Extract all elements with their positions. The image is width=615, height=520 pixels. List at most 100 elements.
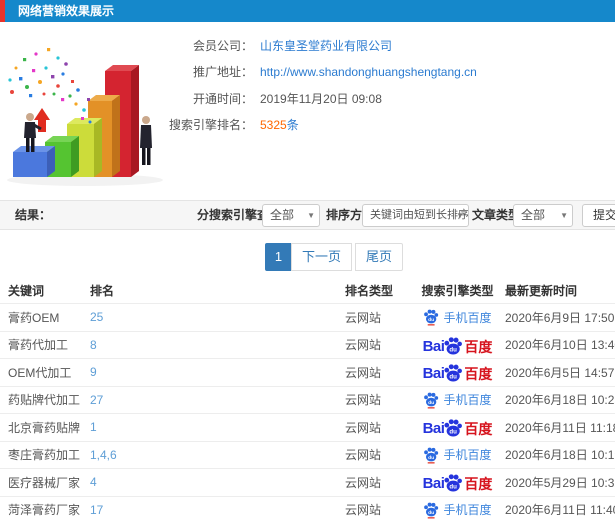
keyword-cell: 枣庄膏药加工 — [8, 448, 81, 463]
engine-filter-select[interactable]: 全部 ▼ — [262, 204, 320, 227]
rank-cell: 4 — [90, 475, 345, 489]
header-accent-strip — [0, 0, 5, 22]
chevron-down-icon: ▼ — [560, 211, 568, 220]
info-section: 会员公司： 山东皇圣堂药业有限公司 推广地址： http://www.shand… — [0, 30, 615, 195]
baidu-logo: Bai du 百度 — [423, 418, 493, 438]
baidu-logo-brand: 百度 — [464, 366, 493, 383]
results-table: 关键词 排名 排名类型 搜索引擎类型 最新更新时间 膏药OEM 25 云网站 d… — [0, 278, 615, 520]
rank-type-cell: 云网站 — [345, 393, 382, 408]
baidu-paw-icon: du — [424, 392, 439, 409]
baidu-logo-bai: Bai — [422, 365, 445, 383]
chevron-down-icon: ▼ — [456, 211, 464, 220]
baidu-logo: Bai du 百度 — [422, 363, 493, 383]
baidu-logo-brand: 百度 — [464, 338, 493, 355]
svg-text:du: du — [450, 346, 458, 353]
keyword-cell: 膏药代加工 — [8, 338, 69, 353]
open-time-value: 2019年11月20日 09:08 — [260, 91, 382, 106]
open-time-label: 开通时间： — [192, 91, 253, 106]
header-keyword: 关键词 — [8, 284, 45, 298]
keyword-cell: 药贴牌代加工 — [8, 393, 81, 408]
keyword-cell: 医疗器械厂家 — [8, 475, 81, 490]
rank-cell: 8 — [90, 338, 345, 352]
mobile-baidu-label: 手机百度 — [443, 503, 492, 518]
baidu-paw-icon: du — [424, 309, 439, 326]
keyword-cell: 菏泽膏药厂家 — [8, 503, 81, 518]
baidu-logo-brand: 百度 — [464, 421, 493, 438]
rank-link[interactable]: 1 — [90, 420, 97, 434]
rank-cell: 27 — [90, 393, 345, 407]
svg-text:du: du — [450, 429, 458, 436]
table-row: OEM代加工 9 云网站 Bai du 百度 2020年6月5日 14:57 — [0, 358, 615, 386]
field-promo-url: 推广地址： http://www.shandonghuangshengtang.… — [150, 59, 477, 86]
filter-bar: 结果： 分搜索引擎查看 全部 ▼ 排序方式 关键词由短到长排序 ▼ 文章类型 全部 ▼… — [0, 200, 615, 230]
svg-text:du: du — [429, 317, 435, 323]
up-arrow — [34, 108, 50, 132]
updated-cell: 2020年6月9日 17:50 — [505, 310, 615, 325]
baidu-paw-icon: du — [424, 502, 439, 519]
updated-cell: 2020年6月10日 13:40 — [505, 338, 615, 353]
mobile-baidu-label: 手机百度 — [443, 310, 492, 325]
sort-filter-select[interactable]: 关键词由短到长排序 ▼ — [362, 204, 469, 227]
baidu-paw-icon: du — [444, 419, 463, 437]
article-type-select[interactable]: 全部 ▼ — [513, 204, 573, 227]
rank-link[interactable]: 4 — [90, 475, 97, 489]
next-page-button[interactable]: 下一页 — [291, 243, 353, 271]
chevron-down-icon: ▼ — [307, 211, 315, 220]
rank-cell: 9 — [90, 365, 345, 379]
submit-button[interactable]: 提交 — [582, 204, 615, 227]
rank-link[interactable]: 27 — [90, 393, 103, 407]
pagination: 1 下一页 尾页 — [265, 243, 404, 271]
svg-text:du: du — [450, 484, 458, 491]
member-company-link[interactable]: 山东皇圣堂药业有限公司 — [260, 37, 392, 54]
rank-count-number: 5325 — [260, 118, 287, 133]
keyword-cell: 北京膏药贴牌 — [8, 420, 81, 435]
updated-cell: 2020年6月18日 10:19 — [505, 448, 615, 463]
rank-link[interactable]: 1,4,6 — [90, 448, 117, 462]
svg-text:du: du — [429, 400, 435, 406]
engine-cell: Bai du 百度 — [410, 418, 505, 438]
rank-type-cell: 云网站 — [345, 448, 382, 463]
svg-text:du: du — [429, 455, 435, 461]
page-1-button[interactable]: 1 — [265, 243, 292, 271]
engine-rank-count-value: 5325条 — [260, 116, 299, 133]
rank-link[interactable]: 25 — [90, 310, 103, 324]
rank-link[interactable]: 17 — [90, 503, 103, 517]
mobile-baidu-logo: du 手机百度 — [423, 446, 492, 464]
header-updated: 最新更新时间 — [505, 284, 578, 298]
header-engine-type: 搜索引擎类型 — [421, 284, 494, 298]
table-row: 膏药代加工 8 云网站 Bai du 百度 2020年6月10日 13:40 — [0, 330, 615, 359]
baidu-paw-icon: du — [444, 337, 463, 355]
table-row: 北京膏药贴牌 1 云网站 Bai du 百度 2020年6月11日 11:18 — [0, 413, 615, 441]
updated-cell: 2020年6月18日 10:25 — [505, 393, 615, 408]
keyword-cell: OEM代加工 — [8, 365, 72, 380]
svg-text:du: du — [450, 374, 458, 381]
baidu-logo-bai: Bai — [422, 337, 445, 355]
rank-link[interactable]: 8 — [90, 338, 97, 352]
page: 网络营销效果展示 会员公司： 山东皇圣堂药业有限公司 推广地址： http://… — [0, 0, 615, 520]
mobile-baidu-label: 手机百度 — [443, 448, 492, 463]
engine-cell: du 手机百度 — [410, 501, 505, 519]
account-info-fields: 会员公司： 山东皇圣堂药业有限公司 推广地址： http://www.shand… — [150, 32, 477, 138]
field-open-time: 开通时间： 2019年11月20日 09:08 — [150, 85, 477, 112]
rank-type-cell: 云网站 — [345, 338, 382, 353]
page-title: 网络营销效果展示 — [18, 4, 115, 18]
rank-link[interactable]: 9 — [90, 365, 97, 379]
engine-cell: du 手机百度 — [410, 391, 505, 409]
updated-cell: 2020年6月11日 11:40 — [505, 503, 615, 518]
header-rank: 排名 — [90, 284, 115, 298]
baidu-logo-bai: Bai — [422, 475, 445, 493]
promo-url-link[interactable]: http://www.shandonghuangshengtang.cn — [260, 65, 477, 79]
baidu-paw-icon: du — [444, 364, 463, 382]
last-page-button[interactable]: 尾页 — [355, 243, 404, 271]
field-member-company: 会员公司： 山东皇圣堂药业有限公司 — [150, 32, 477, 59]
table-body: 膏药OEM 25 云网站 du 手机百度 2020年6月9日 17:50 膏药代… — [0, 303, 615, 520]
header-rank-type: 排名类型 — [345, 284, 394, 298]
promo-url-label: 推广地址： — [192, 65, 253, 80]
rank-type-cell: 云网站 — [345, 420, 382, 435]
table-row: 枣庄膏药加工 1,4,6 云网站 du 手机百度 2020年6月18日 10:1… — [0, 440, 615, 469]
engine-cell: du 手机百度 — [410, 446, 505, 464]
table-row: 菏泽膏药厂家 17 云网站 du 手机百度 2020年6月11日 11:40 — [0, 495, 615, 520]
article-type-value: 全部 — [521, 208, 546, 222]
updated-cell: 2020年6月11日 11:18 — [505, 420, 615, 435]
engine-cell: du 手机百度 — [410, 308, 505, 326]
